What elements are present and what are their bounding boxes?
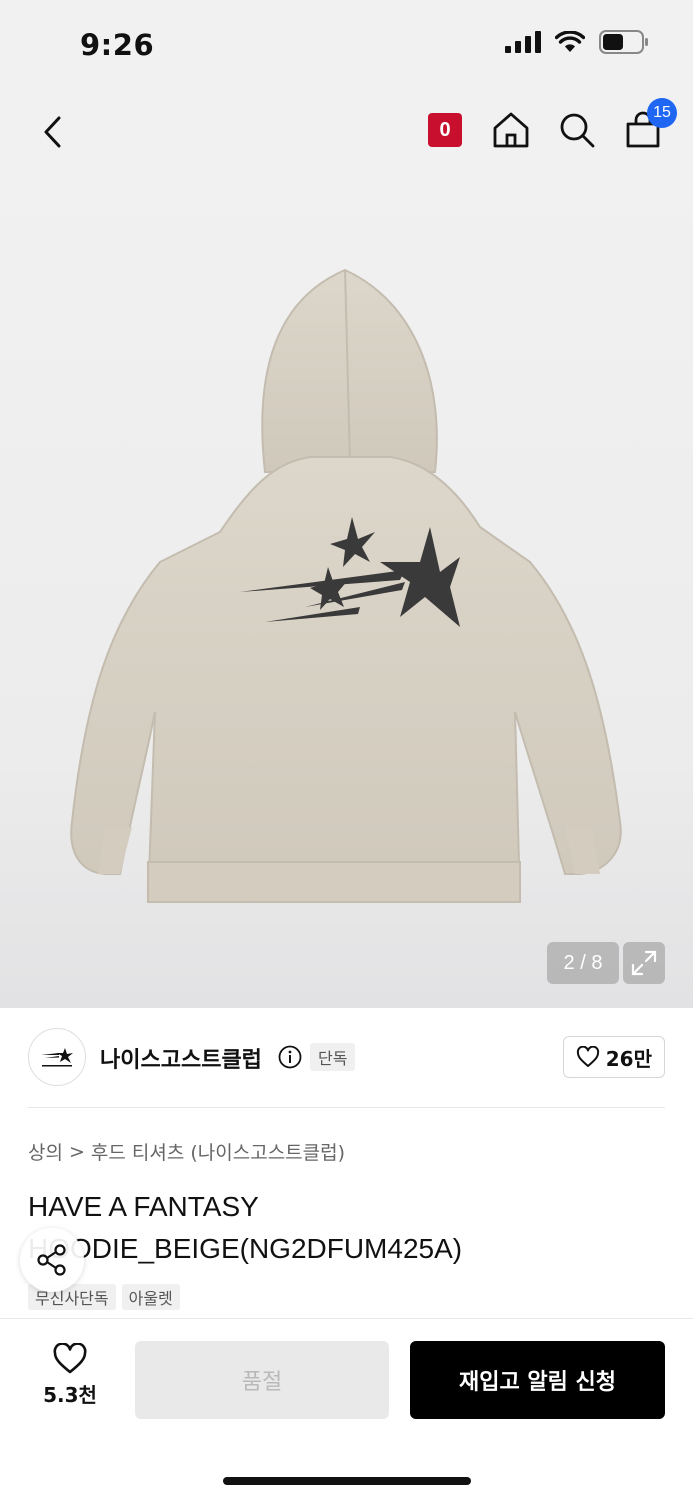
back-button[interactable] [30, 110, 74, 154]
breadcrumb-subcategory[interactable]: 후드 티셔츠 (나이스고스트클럽) [91, 1138, 345, 1165]
brand-name[interactable]: 나이스고스트클럽 [100, 1042, 262, 1074]
wishlist-button[interactable]: 5.3천 [28, 1343, 112, 1413]
breadcrumb-separator: > [68, 1140, 85, 1163]
soldout-button[interactable]: 품절 [135, 1341, 389, 1419]
gallery-page-indicator: 2 / 8 [547, 942, 619, 984]
cellular-signal-icon [505, 31, 541, 53]
status-bar: 9:26 [0, 0, 693, 92]
top-navigation: 0 15 [0, 92, 693, 172]
brand-like-button[interactable]: 26만 [562, 1036, 665, 1078]
home-icon [493, 112, 529, 148]
breadcrumb: 상의 > 후드 티셔츠 (나이스고스트클럽) [28, 1138, 345, 1165]
info-icon[interactable] [278, 1045, 302, 1069]
home-button[interactable] [491, 108, 531, 152]
status-time: 9:26 [80, 28, 155, 62]
brand-badge-icon: 0 [428, 113, 462, 147]
wishlist-count: 5.3천 [43, 1383, 97, 1407]
divider [28, 1107, 665, 1108]
exclusive-tag: 단독 [310, 1043, 356, 1071]
cart-button[interactable]: 15 [623, 98, 677, 152]
breadcrumb-category[interactable]: 상의 [28, 1138, 63, 1165]
product-title: HAVE A FANTASY HOODIE_BEIGE(NG2DFUM425A) [28, 1191, 463, 1264]
wifi-icon [555, 31, 585, 52]
restock-alert-button[interactable]: 재입고 알림 신청 [410, 1341, 665, 1419]
heart-icon [53, 1343, 87, 1374]
tag-outlet: 아울렛 [121, 1284, 180, 1310]
product-image-gallery[interactable]: 2 / 8 [0, 172, 693, 1008]
brand-home-button[interactable]: 0 [425, 108, 465, 152]
search-button[interactable] [557, 108, 597, 152]
share-button[interactable] [20, 1228, 84, 1292]
brand-logo[interactable] [28, 1028, 86, 1086]
expand-icon [631, 950, 657, 976]
product-image-hoodie [70, 268, 622, 903]
home-indicator [223, 1477, 471, 1485]
brand-row: 나이스고스트클럽 단독 26만 [28, 1028, 665, 1088]
heart-outline-icon [576, 1046, 599, 1067]
brand-like-count: 26만 [605, 1046, 652, 1071]
nav-actions: 0 15 [425, 98, 677, 152]
brand-star-logo-icon [41, 1048, 73, 1067]
search-icon [560, 113, 595, 148]
share-icon [37, 1244, 66, 1276]
status-icons [505, 30, 649, 54]
cart-count-badge: 15 [647, 98, 677, 128]
battery-icon [599, 30, 648, 54]
expand-image-button[interactable] [623, 942, 665, 984]
bottom-action-bar: 5.3천 품절 재입고 알림 신청 [0, 1318, 693, 1500]
chevron-left-icon [44, 116, 61, 148]
